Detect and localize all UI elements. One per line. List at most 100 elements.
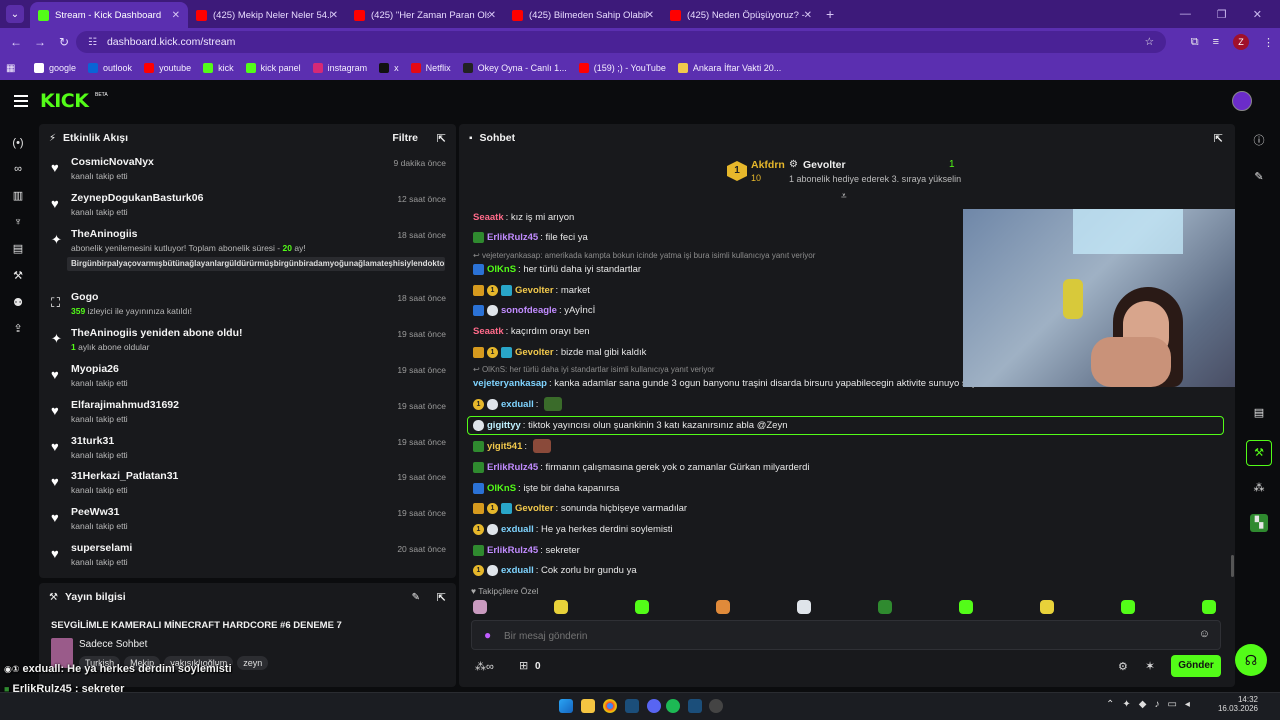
activity-item[interactable]: ♥ CosmicNovaNyx kanalı takip etti 9 dakika …	[39, 152, 456, 188]
emote-icon[interactable]	[635, 600, 649, 614]
emote-icon[interactable]	[473, 600, 487, 614]
chat-username[interactable]: exduall	[501, 399, 534, 410]
system-tray-icons[interactable]: ⌃✦◆♪▭◂	[1106, 699, 1198, 710]
popout-icon[interactable]: ⇱	[437, 132, 446, 145]
activity-item[interactable]: ✦ TheAninogiis yeniden abone oldu! 1 aylık…	[39, 323, 456, 359]
media-icon[interactable]: ≡	[1213, 36, 1219, 48]
chat-username[interactable]: exduall	[501, 524, 534, 535]
chat-settings-icon[interactable]: ⚙	[1118, 660, 1128, 673]
chat-username[interactable]: ErlikRulz45	[487, 462, 538, 473]
discord-icon[interactable]	[647, 699, 661, 713]
spotify-icon[interactable]	[666, 699, 680, 713]
chat-username[interactable]: ErlikRulz45	[487, 232, 538, 243]
chat-message[interactable]: 1 exduall:	[473, 396, 563, 412]
forward-icon[interactable]: →	[28, 35, 52, 49]
tab-close-icon[interactable]: ✕	[172, 10, 180, 21]
emote-icon[interactable]	[716, 600, 730, 614]
chat-message[interactable]: 1 exduall: Cok zorlu bır gundu ya	[473, 562, 637, 578]
chat-message[interactable]: gigittyy: tiktok yayıncısı olun şuankini…	[467, 416, 1224, 435]
browser-tab[interactable]: (425) Mekip Neler Neler 54.Böl ✕	[188, 2, 346, 28]
tab-close-icon[interactable]: ✕	[488, 10, 496, 21]
extensions-icon[interactable]: ⧉	[1191, 36, 1199, 49]
maximize-icon[interactable]: ❐	[1217, 8, 1227, 21]
apps-grid-icon[interactable]: ▦	[6, 63, 20, 74]
chat-message[interactable]: 1 Gevolter: bizde mal gibi kaldık	[473, 344, 646, 360]
bookmark-item[interactable]: kick	[197, 58, 240, 78]
emote-icon[interactable]	[959, 600, 973, 614]
chat-message[interactable]: sonofdeagle: yAyİncİ	[473, 302, 595, 318]
menu-icon[interactable]	[14, 95, 28, 107]
activity-item[interactable]: ♥ superselami kanalı takip etti 20 saat önc…	[39, 538, 456, 574]
bookmark-item[interactable]: instagram	[307, 58, 374, 78]
mic-icon[interactable]: ●	[484, 628, 491, 642]
browser-tab[interactable]: (425) "Her Zaman Paran Olsun✕	[346, 2, 504, 28]
reload-icon[interactable]: ↻	[52, 35, 76, 49]
chat-message[interactable]: yigit541:	[473, 438, 551, 454]
channel-points-icon[interactable]: ⁂∞	[475, 660, 494, 673]
more-menu-icon[interactable]: ⋮	[1263, 36, 1274, 49]
obs-icon[interactable]	[709, 699, 723, 713]
media-icon[interactable]: ▤	[11, 242, 25, 256]
browser-tab[interactable]: (425) Bilmeden Sahip Olabilece✕	[504, 2, 662, 28]
minimize-icon[interactable]: —	[1180, 8, 1191, 20]
chat-message[interactable]: Seaatk: kaçırdım orayı ben	[473, 323, 590, 339]
emote-icon[interactable]	[797, 600, 811, 614]
tab-close-icon[interactable]: ✕	[646, 10, 654, 21]
bookmark-item[interactable]: (159) ;) - YouTube	[573, 58, 672, 78]
emote-icon[interactable]	[878, 600, 892, 614]
chat-message[interactable]: ErlikRulz45: firmanın çalışmasına gerek …	[473, 459, 810, 475]
bookmark-item[interactable]: Ankara İftar Vakti 20...	[672, 58, 787, 78]
category-name[interactable]: Sadece Sohbet	[79, 639, 147, 650]
file-explorer-icon[interactable]	[581, 699, 595, 713]
info-icon[interactable]: ⓘ	[1250, 132, 1268, 150]
tab-close-icon[interactable]: ✕	[330, 10, 338, 21]
bookmark-item[interactable]: Okey Oyna - Canlı 1...	[457, 58, 573, 78]
activity-item[interactable]: ✦ TheAninogiis abonelik yenilemesini kutlu…	[39, 224, 456, 286]
chat-username[interactable]: gigittyy	[487, 420, 521, 431]
chat-message[interactable]: vejeteryankasap: kanka adamlar sana gund…	[473, 375, 986, 391]
chat-message[interactable]: OlKnS: işte bir daha kapanırsa	[473, 480, 619, 496]
chat-username[interactable]: Gevolter	[515, 503, 554, 514]
chat-username[interactable]: yigit541	[487, 441, 522, 452]
community-icon[interactable]: ⚉	[11, 296, 25, 310]
chat-username[interactable]: ErlikRulz45	[487, 545, 538, 556]
activity-item[interactable]: ♥ PeeWw31 kanalı takip etti 19 saat önce	[39, 502, 456, 538]
url-field[interactable]: ☷ dashboard.kick.com/stream ☆	[76, 31, 1166, 53]
edit-icon[interactable]: ✎	[412, 592, 420, 603]
send-button[interactable]: Gönder	[1171, 655, 1221, 677]
tools-active-icon[interactable]: ⚒	[1246, 440, 1272, 466]
chat-username[interactable]: Seaatk	[473, 326, 504, 337]
gift-box-icon[interactable]: ⊞	[519, 659, 528, 672]
stream-tag[interactable]: zeyn	[237, 656, 269, 670]
emote-icon[interactable]	[1121, 600, 1135, 614]
layout-icon[interactable]: ▤	[1250, 404, 1268, 422]
emote-icon[interactable]	[554, 600, 568, 614]
activity-item[interactable]: ♥ ZeynepDogukanBasturk06 kanalı takip etti…	[39, 188, 456, 224]
activity-item[interactable]: ♥ Myopia26 kanalı takip etti 19 saat önce	[39, 359, 456, 395]
chat-username[interactable]: OlKnS	[487, 264, 516, 275]
chat-message[interactable]: OlKnS: her türlü daha iyi standartlar	[473, 261, 641, 277]
user-avatar[interactable]	[1232, 91, 1252, 111]
help-button[interactable]: ☊	[1235, 644, 1267, 676]
emote-combo-icon[interactable]: ✶	[1145, 659, 1155, 673]
chat-username[interactable]: exduall	[501, 565, 534, 576]
chat-username[interactable]: OlKnS	[487, 483, 516, 494]
community-icon[interactable]: ⁂	[1250, 479, 1268, 497]
steam-icon[interactable]	[625, 699, 639, 713]
emoji-picker-icon[interactable]: ☺	[1199, 628, 1210, 640]
tools-icon[interactable]: ⚒	[11, 269, 25, 283]
bookmark-item[interactable]: Netflix	[405, 58, 457, 78]
chat-message[interactable]: 1 exduall: He ya herkes derdini soylemist…	[473, 521, 673, 537]
popout-icon[interactable]: ⇱	[437, 591, 446, 604]
chrome-icon[interactable]	[603, 699, 617, 713]
chat-message[interactable]: 1 Gevolter: sonunda hiçbişeye varmadılar	[473, 500, 687, 516]
bookmark-item[interactable]: google	[28, 58, 82, 78]
tab-close-icon[interactable]: ✕	[804, 10, 812, 21]
chat-input-box[interactable]: ● ☺	[471, 620, 1221, 650]
emote-app-icon[interactable]: ▚	[1250, 514, 1268, 532]
chat-username[interactable]: Seaatk	[473, 212, 504, 223]
chat-message[interactable]: Seaatk: kız iş mi arıyon	[473, 209, 574, 225]
clock[interactable]: 14:32 16.03.2026	[1218, 695, 1258, 713]
site-info-icon[interactable]: ☷	[88, 37, 97, 48]
analytics-icon[interactable]: ▥	[11, 189, 25, 203]
